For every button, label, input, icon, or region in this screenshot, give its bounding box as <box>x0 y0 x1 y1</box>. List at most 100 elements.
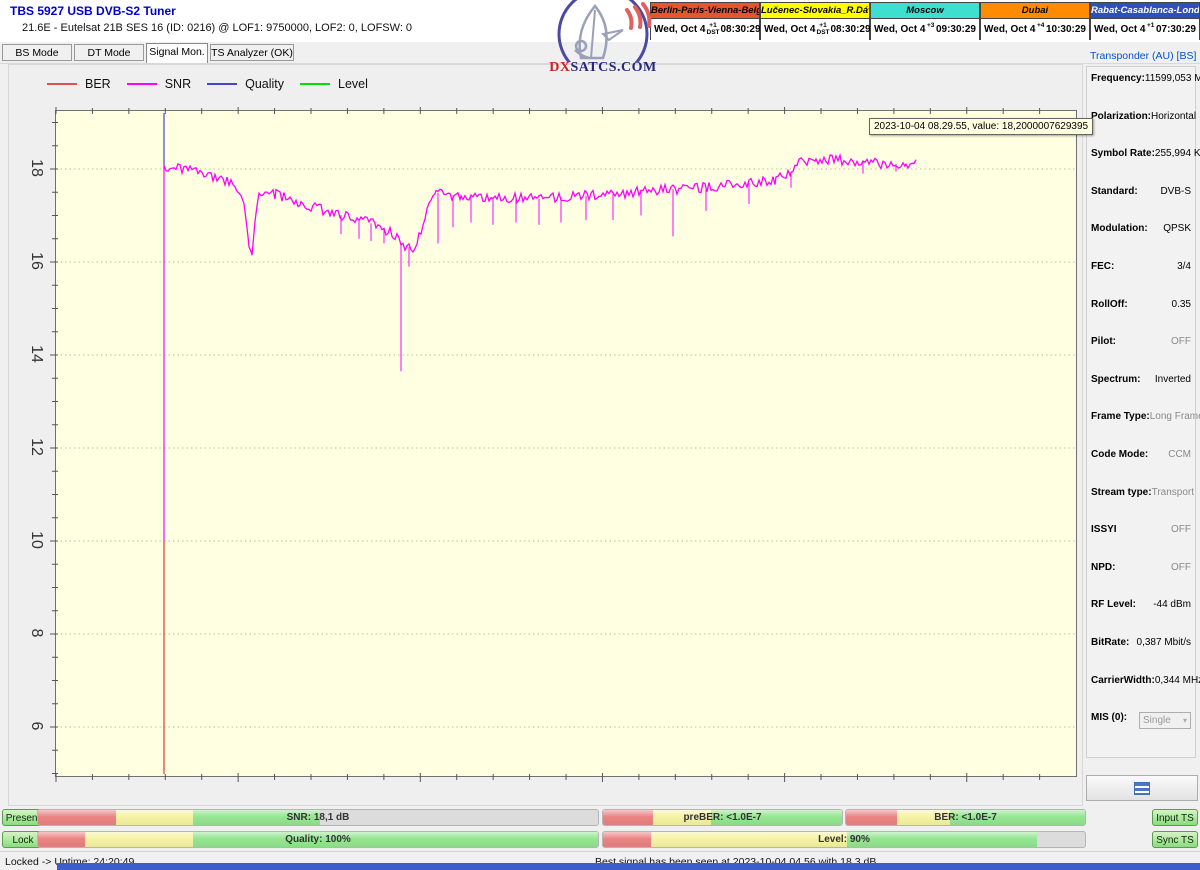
status-button-sync-ts[interactable]: Sync TS <box>1152 831 1198 848</box>
transponder-row-label: Spectrum: <box>1091 374 1140 385</box>
transponder-row-value: 11599,053 MHz <box>1145 73 1200 84</box>
satellite-dish-icon <box>551 0 655 62</box>
clock-date: Wed, Oct 4 <box>874 24 926 35</box>
progress-bar-label: BER: <1.0E-7 <box>846 810 1085 825</box>
clock-time-row: Wed, Oct 4+4 10:30:29 <box>981 19 1089 40</box>
transponder-row-label: Frame Type: <box>1091 411 1150 422</box>
transponder-row-value: QPSK <box>1163 223 1191 234</box>
legend-item-quality: Quality <box>207 77 284 91</box>
chevron-down-icon: ▾ <box>1183 716 1187 725</box>
transponder-row-value: CCM <box>1168 449 1191 460</box>
progress-bar-label: Quality: 100% <box>38 832 598 847</box>
transponder-row-label: NPD: <box>1091 562 1115 573</box>
chart-tooltip: 2023-10-04 08.29.55, value: 18,200000762… <box>869 118 1093 135</box>
transponder-row: BitRate:0,387 Mbit/s <box>1087 637 1195 675</box>
snr-trace <box>164 155 916 255</box>
clock-utc-offset: +3 <box>927 23 935 36</box>
tab-dt-mode[interactable]: DT Mode <box>74 44 144 61</box>
transponder-row-value: Long Frame <box>1150 411 1200 422</box>
legend-line-swatch <box>207 83 237 85</box>
legend-line-swatch <box>47 83 77 85</box>
app-title: TBS 5927 USB DVB-S2 Tuner <box>10 4 176 18</box>
transponder-row-mis: MIS (0): Single ▾ <box>1087 712 1195 750</box>
legend-item-ber: BER <box>47 77 111 91</box>
clock-utc-offset: +4 <box>1037 23 1045 36</box>
chart-legend: BER SNR Quality Level <box>47 77 384 91</box>
transponder-row-label: Frequency: <box>1091 73 1145 84</box>
status-button-input-ts[interactable]: Input TS <box>1152 809 1198 826</box>
transponder-row-label: Modulation: <box>1091 223 1148 234</box>
mis-selected-value: Single <box>1143 715 1171 726</box>
signal-chart-plot[interactable] <box>55 110 1077 777</box>
transponder-row-value: DVB-S <box>1160 186 1191 197</box>
clock-time-row: Wed, Oct 4+1 07:30:29 <box>1091 19 1199 40</box>
tab-bs-mode[interactable]: BS Mode <box>2 44 72 61</box>
signal-bar-row: LockQuality: 100%Level: 90%Sync TS <box>0 830 1200 850</box>
clock-city-label: Dubai <box>981 3 1089 19</box>
transponder-row: Pilot:OFF <box>1087 336 1195 374</box>
logo-wordmark: DXSATCS.COM <box>548 60 658 76</box>
transponder-row: Frame Type:Long Frame <box>1087 411 1195 449</box>
tab-signal-mon-[interactable]: Signal Mon. <box>146 43 208 63</box>
legend-item-level: Level <box>300 77 368 91</box>
transponder-row-value: 0.35 <box>1172 299 1191 310</box>
table-icon <box>1134 782 1150 795</box>
legend-label: SNR <box>165 77 191 91</box>
mis-select[interactable]: Single ▾ <box>1139 712 1191 729</box>
y-axis-tick-label: 12 <box>26 432 46 462</box>
transponder-row-label: RF Level: <box>1091 599 1136 610</box>
transponder-row: Modulation: QPSK <box>1087 223 1195 261</box>
clock-city-label: Berlin-Paris-Vienna-Belgrade <box>651 3 759 19</box>
clock-date: Wed, Oct 4 <box>654 24 706 35</box>
transponder-row: Spectrum: Inverted <box>1087 374 1195 412</box>
transponder-row: FEC:3/4 <box>1087 261 1195 299</box>
transponder-row: NPD:OFF <box>1087 562 1195 600</box>
legend-line-swatch <box>300 83 330 85</box>
transponder-row-value: Inverted <box>1155 374 1191 385</box>
clock-time: 08:30:29 <box>721 24 761 35</box>
legend-line-swatch <box>127 83 157 85</box>
clock-city-label: Moscow <box>871 3 979 19</box>
tuner-subtitle: 21.6E - Eutelsat 21B SES 16 (ID: 0216) @… <box>22 22 412 34</box>
transponder-row: Polarization:Horizontal <box>1087 111 1195 149</box>
transponder-header: Transponder (AU) [BS] <box>1090 50 1196 62</box>
transponder-row-value: OFF <box>1171 336 1191 347</box>
signal-bar-row: PresentSNR: 18,1 dBpreBER: <1.0E-7BER: <… <box>0 808 1200 828</box>
clock-date: Wed, Oct 4 <box>1094 24 1146 35</box>
progress-bar-label: preBER: <1.0E-7 <box>603 810 842 825</box>
clock-time: 10:30:29 <box>1046 24 1086 35</box>
transponder-row: Code Mode: CCM <box>1087 449 1195 487</box>
transponder-row: Frequency:11599,053 MHz <box>1087 73 1195 111</box>
clock-utc-offset: +1DST <box>707 23 720 36</box>
y-axis-tick-label: 8 <box>26 618 46 648</box>
transponder-row: Stream type:Transport <box>1087 487 1195 525</box>
transponder-row-value: 3/4 <box>1177 261 1191 272</box>
clock-3: MoscowWed, Oct 4+3 09:30:29 <box>870 2 980 40</box>
mis-label: MIS (0): <box>1091 712 1127 723</box>
dxsatcs-logo: DXSATCS.COM <box>548 0 658 82</box>
clock-time-row: Wed, Oct 4+3 09:30:29 <box>871 19 979 40</box>
clock-2: Lučenec-Slovakia_R.DávidWed, Oct 4+1DST0… <box>760 2 870 40</box>
legend-label: Level <box>338 77 368 91</box>
transponder-row-label: Code Mode: <box>1091 449 1148 460</box>
y-axis-tick-label: 16 <box>26 246 46 276</box>
signal-monitor-panel: BERSNRQualityLevel 181614121086 2023-10-… <box>8 64 1083 806</box>
tab-ts-analyzer-ok-[interactable]: TS Analyzer (OK) <box>210 44 294 61</box>
progress-bar: SNR: 18,1 dB <box>37 809 599 826</box>
snr-chart <box>56 111 1076 776</box>
clock-date: Wed, Oct 4 <box>984 24 1036 35</box>
progress-bar: BER: <1.0E-7 <box>845 809 1086 826</box>
transponder-row: Standard:DVB-S <box>1087 186 1195 224</box>
clock-time: 09:30:29 <box>936 24 976 35</box>
clock-1: Berlin-Paris-Vienna-Belgrade Wed, Oct 4+1… <box>650 2 760 40</box>
app-window: TBS 5927 USB DVB-S2 Tuner 21.6E - Eutels… <box>0 0 1200 870</box>
transponder-row-label: RollOff: <box>1091 299 1128 310</box>
progress-bar-label: Level: 90% <box>603 832 1085 847</box>
transponder-row-value: 0,387 Mbit/s <box>1137 637 1191 648</box>
transponder-row-label: CarrierWidth: <box>1091 675 1155 686</box>
transponder-row-value: Transport <box>1152 487 1194 498</box>
transponder-row-value: 255,994 KS/s <box>1155 148 1200 159</box>
transponder-row-label: Symbol Rate: <box>1091 148 1155 159</box>
transponder-info-box: Frequency:11599,053 MHzPolarization:Hori… <box>1086 66 1196 758</box>
transponder-action-button[interactable] <box>1086 775 1198 801</box>
